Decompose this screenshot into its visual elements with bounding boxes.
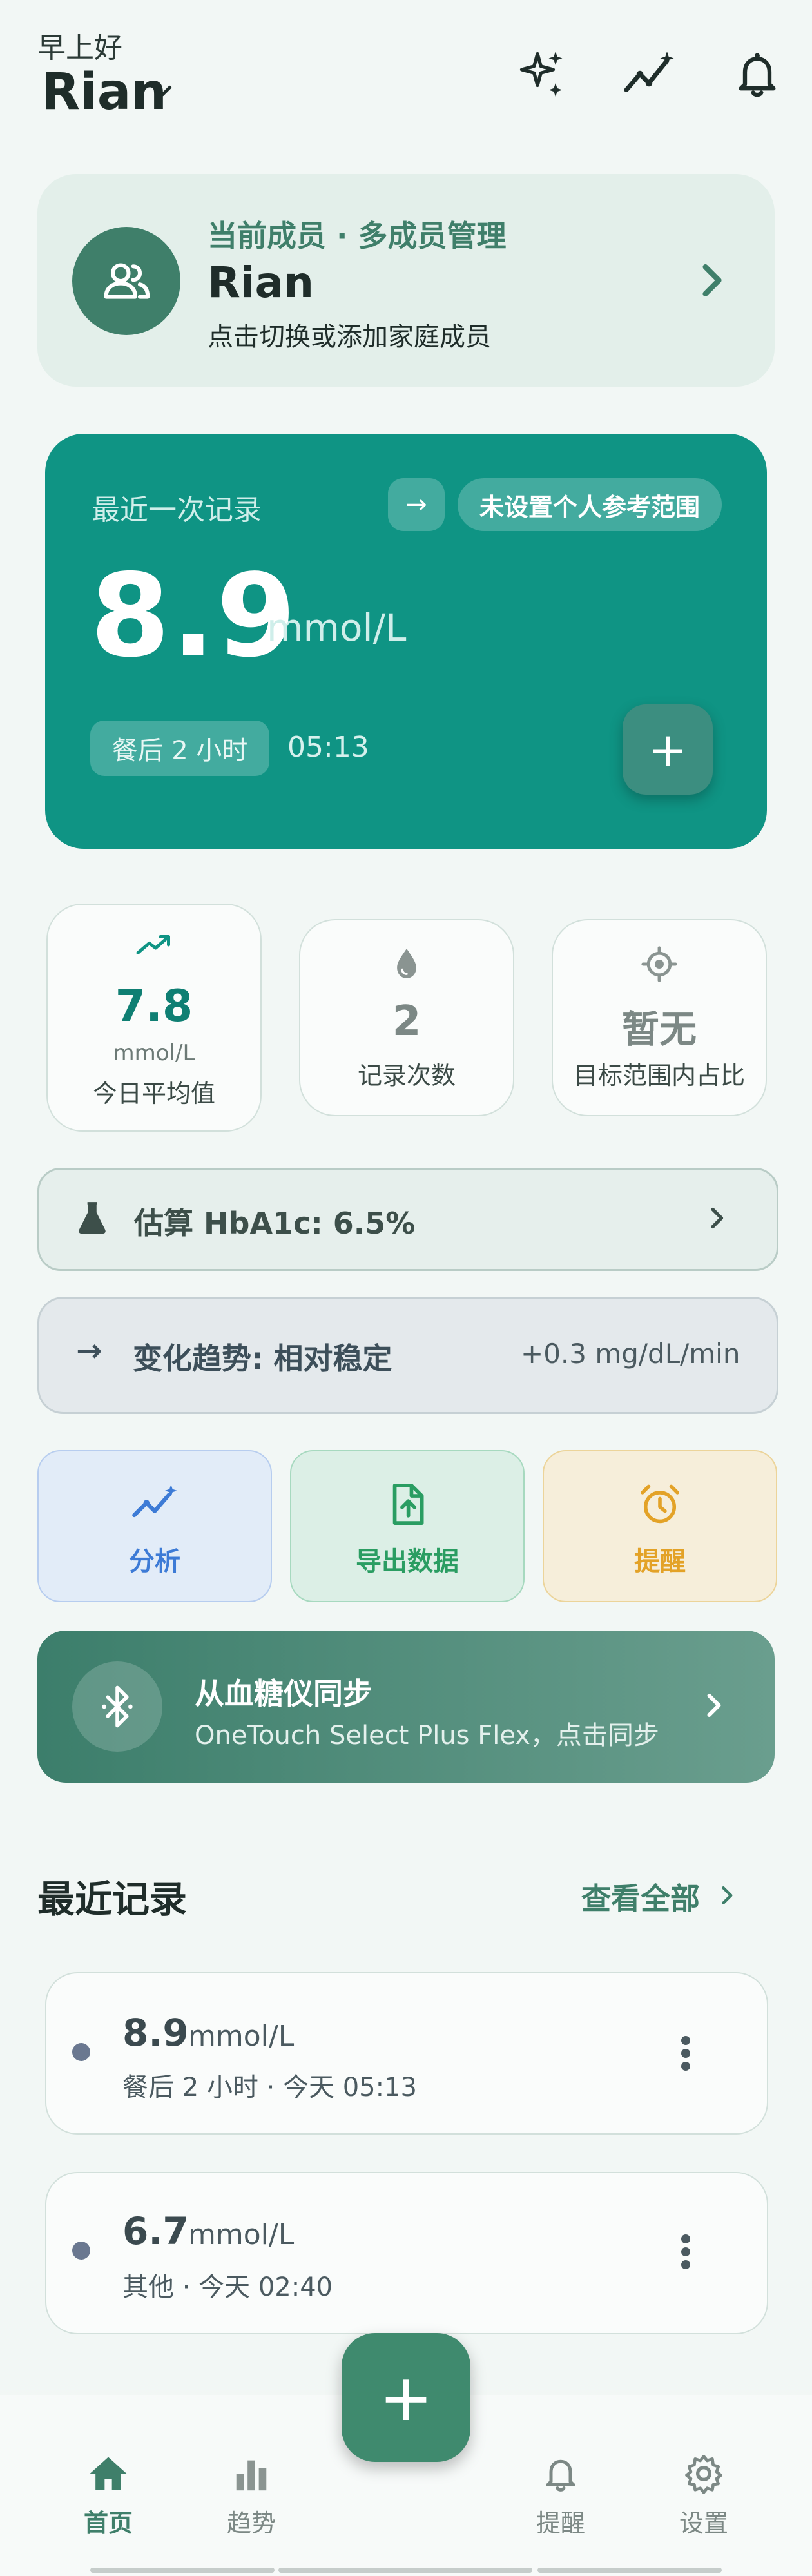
member-hint: 点击切换或添加家庭成员 (208, 322, 491, 352)
stat-range-label: 目标范围内占比 (573, 1061, 745, 1090)
stat-range-value: 暂无 (621, 1007, 697, 1051)
hba1c-estimate: 估算 HbA1c: 6.5% (134, 1206, 416, 1241)
record-meta: 其他 · 今天 02:40 (122, 2272, 333, 2302)
arrow-right-icon[interactable]: → (388, 478, 445, 531)
stat-card-average: 7.8 mmol/L 今日平均值 (46, 904, 262, 1132)
nav-home[interactable]: 首页 (57, 2453, 160, 2539)
nav-alerts-label: 提醒 (536, 2509, 585, 2537)
sync-title: 从血糖仪同步 (195, 1676, 372, 1711)
nav-alerts[interactable]: 提醒 (509, 2453, 612, 2539)
latest-record-label: 最近一次记录 (92, 494, 262, 527)
analyze-button[interactable]: 分析 (37, 1450, 272, 1602)
range-status-badge[interactable]: 未设置个人参考范围 (458, 478, 722, 531)
trend-rate: +0.3 mg/dL/min (521, 1338, 740, 1370)
nav-settings[interactable]: 设置 (652, 2453, 755, 2539)
record-value: 6.7 (122, 2209, 189, 2253)
stat-count-label: 记录次数 (357, 1061, 456, 1090)
gesture-bar (537, 2568, 722, 2573)
stat-card-count: 2 记录次数 (299, 919, 514, 1116)
stat-count-value: 2 (392, 998, 421, 1045)
member-subtitle: 当前成员 · 多成员管理 (208, 218, 507, 253)
record-time: 05:13 (287, 731, 369, 764)
add-record-fab[interactable]: + (342, 2333, 470, 2462)
analyze-label: 分析 (129, 1547, 180, 1576)
gear-icon (652, 2453, 755, 2498)
alarm-clock-icon (544, 1482, 776, 1527)
gesture-bar (278, 2568, 532, 2573)
export-label: 导出数据 (356, 1547, 459, 1576)
greeting-text: 早上好 (37, 32, 122, 64)
stat-average-label: 今日平均值 (92, 1080, 215, 1108)
sync-subtitle: OneTouch Select Plus Flex，点击同步 (195, 1721, 659, 1750)
home-icon (57, 2453, 160, 2498)
analytics-icon (39, 1482, 271, 1527)
bell-icon (509, 2453, 612, 2498)
list-item[interactable] (45, 2172, 768, 2334)
trend-icon[interactable] (620, 45, 678, 103)
recent-records-title: 最近记录 (37, 1877, 188, 1921)
latest-glucose-unit: mmol/L (267, 606, 407, 650)
status-dot (72, 2043, 90, 2061)
chevron-right-icon[interactable] (719, 1882, 736, 1909)
nav-trends-label: 趋势 (226, 2509, 276, 2537)
record-meta: 餐后 2 小时 · 今天 05:13 (122, 2073, 418, 2102)
trend-arrow-icon: → (76, 1333, 102, 1369)
nav-trends[interactable]: 趋势 (200, 2453, 303, 2539)
user-switcher[interactable]: Rian (41, 63, 167, 121)
gesture-bar (90, 2568, 275, 2573)
more-vertical-icon[interactable] (679, 2232, 692, 2271)
target-icon (553, 946, 766, 982)
flask-icon (76, 1200, 108, 1235)
stat-card-range: 暂无 目标范围内占比 (552, 919, 767, 1116)
sparkle-icon[interactable] (513, 45, 571, 103)
stat-average-unit: mmol/L (113, 1040, 195, 1066)
record-value: 8.9 (122, 2011, 189, 2055)
more-vertical-icon[interactable] (679, 2034, 692, 2073)
record-unit: mmol/L (188, 2020, 295, 2053)
nav-settings-label: 设置 (679, 2509, 728, 2537)
file-export-icon (291, 1482, 523, 1527)
users-icon (72, 227, 180, 335)
bell-icon[interactable] (728, 45, 786, 103)
bar-chart-icon (200, 2453, 303, 2498)
nav-home-label: 首页 (83, 2509, 133, 2537)
bluetooth-icon (72, 1661, 162, 1752)
chevron-down-icon[interactable] (150, 76, 175, 112)
remind-button[interactable]: 提醒 (543, 1450, 777, 1602)
view-all-link[interactable]: 查看全部 (581, 1875, 700, 1918)
chevron-right-icon[interactable] (696, 258, 728, 303)
add-record-button[interactable]: + (623, 704, 713, 795)
chevron-right-icon[interactable] (705, 1203, 728, 1234)
meal-tag: 餐后 2 小时 (90, 721, 269, 776)
trending-up-icon (48, 931, 260, 963)
stat-average-value: 7.8 (115, 981, 193, 1032)
member-name: Rian (208, 258, 314, 307)
record-unit: mmol/L (188, 2218, 295, 2251)
remind-label: 提醒 (634, 1547, 686, 1576)
status-dot (72, 2242, 90, 2260)
trend-status: 变化趋势: 相对稳定 (133, 1341, 392, 1376)
chevron-right-icon[interactable] (702, 1689, 726, 1722)
export-button[interactable]: 导出数据 (290, 1450, 525, 1602)
drop-icon (300, 946, 513, 978)
